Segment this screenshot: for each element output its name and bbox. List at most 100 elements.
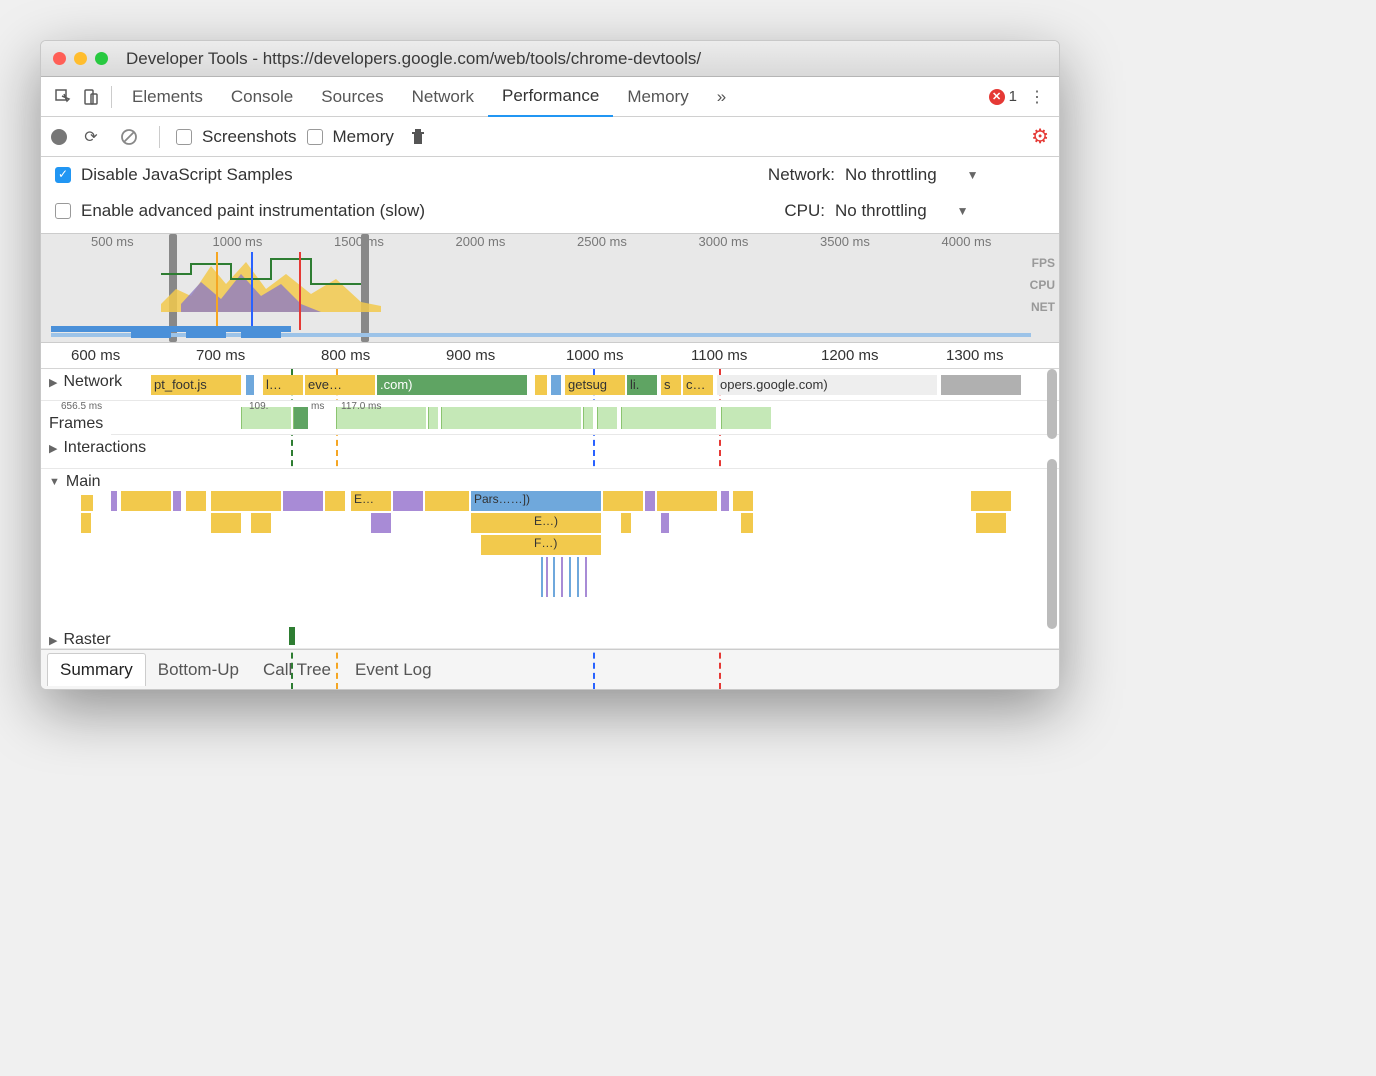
flame-segment[interactable] <box>289 627 295 645</box>
flame-segment[interactable] <box>173 491 181 511</box>
paint-instr-checkbox[interactable] <box>55 203 71 219</box>
flame-segment[interactable] <box>585 557 587 597</box>
network-request[interactable] <box>941 375 1021 395</box>
tab-network[interactable]: Network <box>398 77 488 117</box>
network-track[interactable]: ▶ Network pt_foot.js l… eve… .com) getsu… <box>41 369 1059 401</box>
screenshots-checkbox[interactable] <box>176 129 192 145</box>
vertical-scrollbar[interactable] <box>1047 459 1057 629</box>
network-request[interactable]: pt_foot.js <box>151 375 241 395</box>
flame-segment[interactable] <box>251 513 271 533</box>
inspect-icon[interactable] <box>49 83 77 111</box>
network-request[interactable] <box>246 375 254 395</box>
main-track-header[interactable]: ▼ Main <box>41 469 109 495</box>
tabs-overflow[interactable]: » <box>703 77 740 117</box>
flame-segment[interactable] <box>971 491 1011 511</box>
flame-segment[interactable] <box>325 491 345 511</box>
flame-segment[interactable] <box>121 491 171 511</box>
reload-icon[interactable]: ⟳ <box>77 123 105 151</box>
flame-segment[interactable] <box>186 491 206 511</box>
tab-bottom-up[interactable]: Bottom-Up <box>146 654 251 686</box>
network-request[interactable]: s <box>661 375 681 395</box>
kebab-menu-icon[interactable]: ⋮ <box>1023 83 1051 111</box>
flame-segment[interactable] <box>603 491 643 511</box>
window-minimize-button[interactable] <box>74 52 87 65</box>
flame-segment[interactable] <box>471 513 531 533</box>
flame-segment[interactable]: Pars……]) <box>471 491 601 511</box>
trash-icon[interactable] <box>404 123 432 151</box>
flame-segment[interactable]: E…) <box>531 513 601 533</box>
tab-event-log[interactable]: Event Log <box>343 654 444 686</box>
flame-segment[interactable] <box>283 491 323 511</box>
tab-summary[interactable]: Summary <box>47 653 146 686</box>
flame-segment[interactable] <box>425 491 469 511</box>
flame-segment[interactable] <box>81 513 91 533</box>
flame-segment[interactable] <box>393 491 423 511</box>
network-request[interactable]: c… <box>683 375 713 395</box>
network-track-header[interactable]: ▶ Network <box>41 369 130 395</box>
flame-segment[interactable] <box>721 491 729 511</box>
network-throttle-dropdown[interactable]: No throttling ▼ <box>845 165 1045 185</box>
memory-checkbox[interactable] <box>307 129 323 145</box>
tab-performance[interactable]: Performance <box>488 77 613 117</box>
interactions-track[interactable]: ▶ Interactions <box>41 435 1059 469</box>
network-request[interactable]: .com) <box>377 375 527 395</box>
frame[interactable] <box>621 407 716 429</box>
tab-call-tree[interactable]: Call Tree <box>251 654 343 686</box>
ov-tick: 2500 ms <box>573 234 695 254</box>
tab-memory[interactable]: Memory <box>613 77 702 117</box>
flame-segment[interactable] <box>621 513 631 533</box>
tab-elements[interactable]: Elements <box>118 77 217 117</box>
disable-js-checkbox[interactable] <box>55 167 71 183</box>
network-request[interactable]: opers.google.com) <box>717 375 937 395</box>
flame-segment[interactable]: E… <box>351 491 391 511</box>
network-request[interactable] <box>551 375 561 395</box>
network-request[interactable] <box>535 375 547 395</box>
error-indicator[interactable]: ✕ 1 <box>989 88 1017 105</box>
tab-sources[interactable]: Sources <box>307 77 397 117</box>
main-track[interactable]: ▼ Main E… Pars……]) <box>41 469 1059 649</box>
flame-segment[interactable] <box>645 491 655 511</box>
flame-segment[interactable] <box>371 513 391 533</box>
tab-console[interactable]: Console <box>217 77 307 117</box>
frame[interactable] <box>597 407 617 429</box>
flame-segment[interactable] <box>541 557 543 597</box>
frame[interactable] <box>428 407 438 429</box>
window-zoom-button[interactable] <box>95 52 108 65</box>
flame-segment[interactable] <box>577 557 579 597</box>
interactions-track-header[interactable]: ▶ Interactions <box>41 435 154 461</box>
window-close-button[interactable] <box>53 52 66 65</box>
flame-segment[interactable] <box>111 491 117 511</box>
capture-settings-icon[interactable]: ⚙ <box>1031 124 1049 149</box>
detail-ruler[interactable]: 600 ms 700 ms 800 ms 900 ms 1000 ms 1100… <box>41 343 1059 369</box>
network-request[interactable]: eve… <box>305 375 375 395</box>
flame-segment[interactable] <box>481 535 531 555</box>
flame-segment[interactable] <box>553 557 555 597</box>
network-request[interactable]: l… <box>263 375 303 395</box>
frames-track-header[interactable]: Frames <box>41 411 111 437</box>
frame[interactable] <box>441 407 581 429</box>
flame-segment[interactable]: F…) <box>531 535 601 555</box>
flame-segment[interactable] <box>211 513 241 533</box>
flame-segment[interactable] <box>661 513 669 533</box>
frame[interactable] <box>583 407 593 429</box>
frames-track[interactable]: 656.5 ms Frames 109. ms 117.0 ms <box>41 401 1059 435</box>
flame-segment[interactable] <box>569 557 571 597</box>
cpu-throttle-dropdown[interactable]: No throttling ▼ <box>835 201 995 221</box>
network-request[interactable]: li. <box>627 375 657 395</box>
flame-segment[interactable] <box>733 491 753 511</box>
flame-segment[interactable] <box>546 557 548 597</box>
flame-segment[interactable] <box>211 491 281 511</box>
record-button[interactable] <box>51 129 67 145</box>
frame[interactable] <box>293 407 308 429</box>
frame[interactable] <box>721 407 771 429</box>
flame-segment[interactable] <box>561 557 563 597</box>
network-request[interactable]: getsug <box>565 375 625 395</box>
timeline-overview[interactable]: 500 ms 1000 ms 1500 ms 2000 ms 2500 ms 3… <box>41 233 1059 343</box>
device-toggle-icon[interactable] <box>77 83 105 111</box>
raster-track-header[interactable]: ▶ Raster <box>41 627 119 649</box>
flame-segment[interactable] <box>657 491 717 511</box>
flame-segment[interactable] <box>976 513 1006 533</box>
clear-icon[interactable] <box>115 123 143 151</box>
flame-segment[interactable] <box>741 513 753 533</box>
vertical-scrollbar[interactable] <box>1047 369 1057 439</box>
